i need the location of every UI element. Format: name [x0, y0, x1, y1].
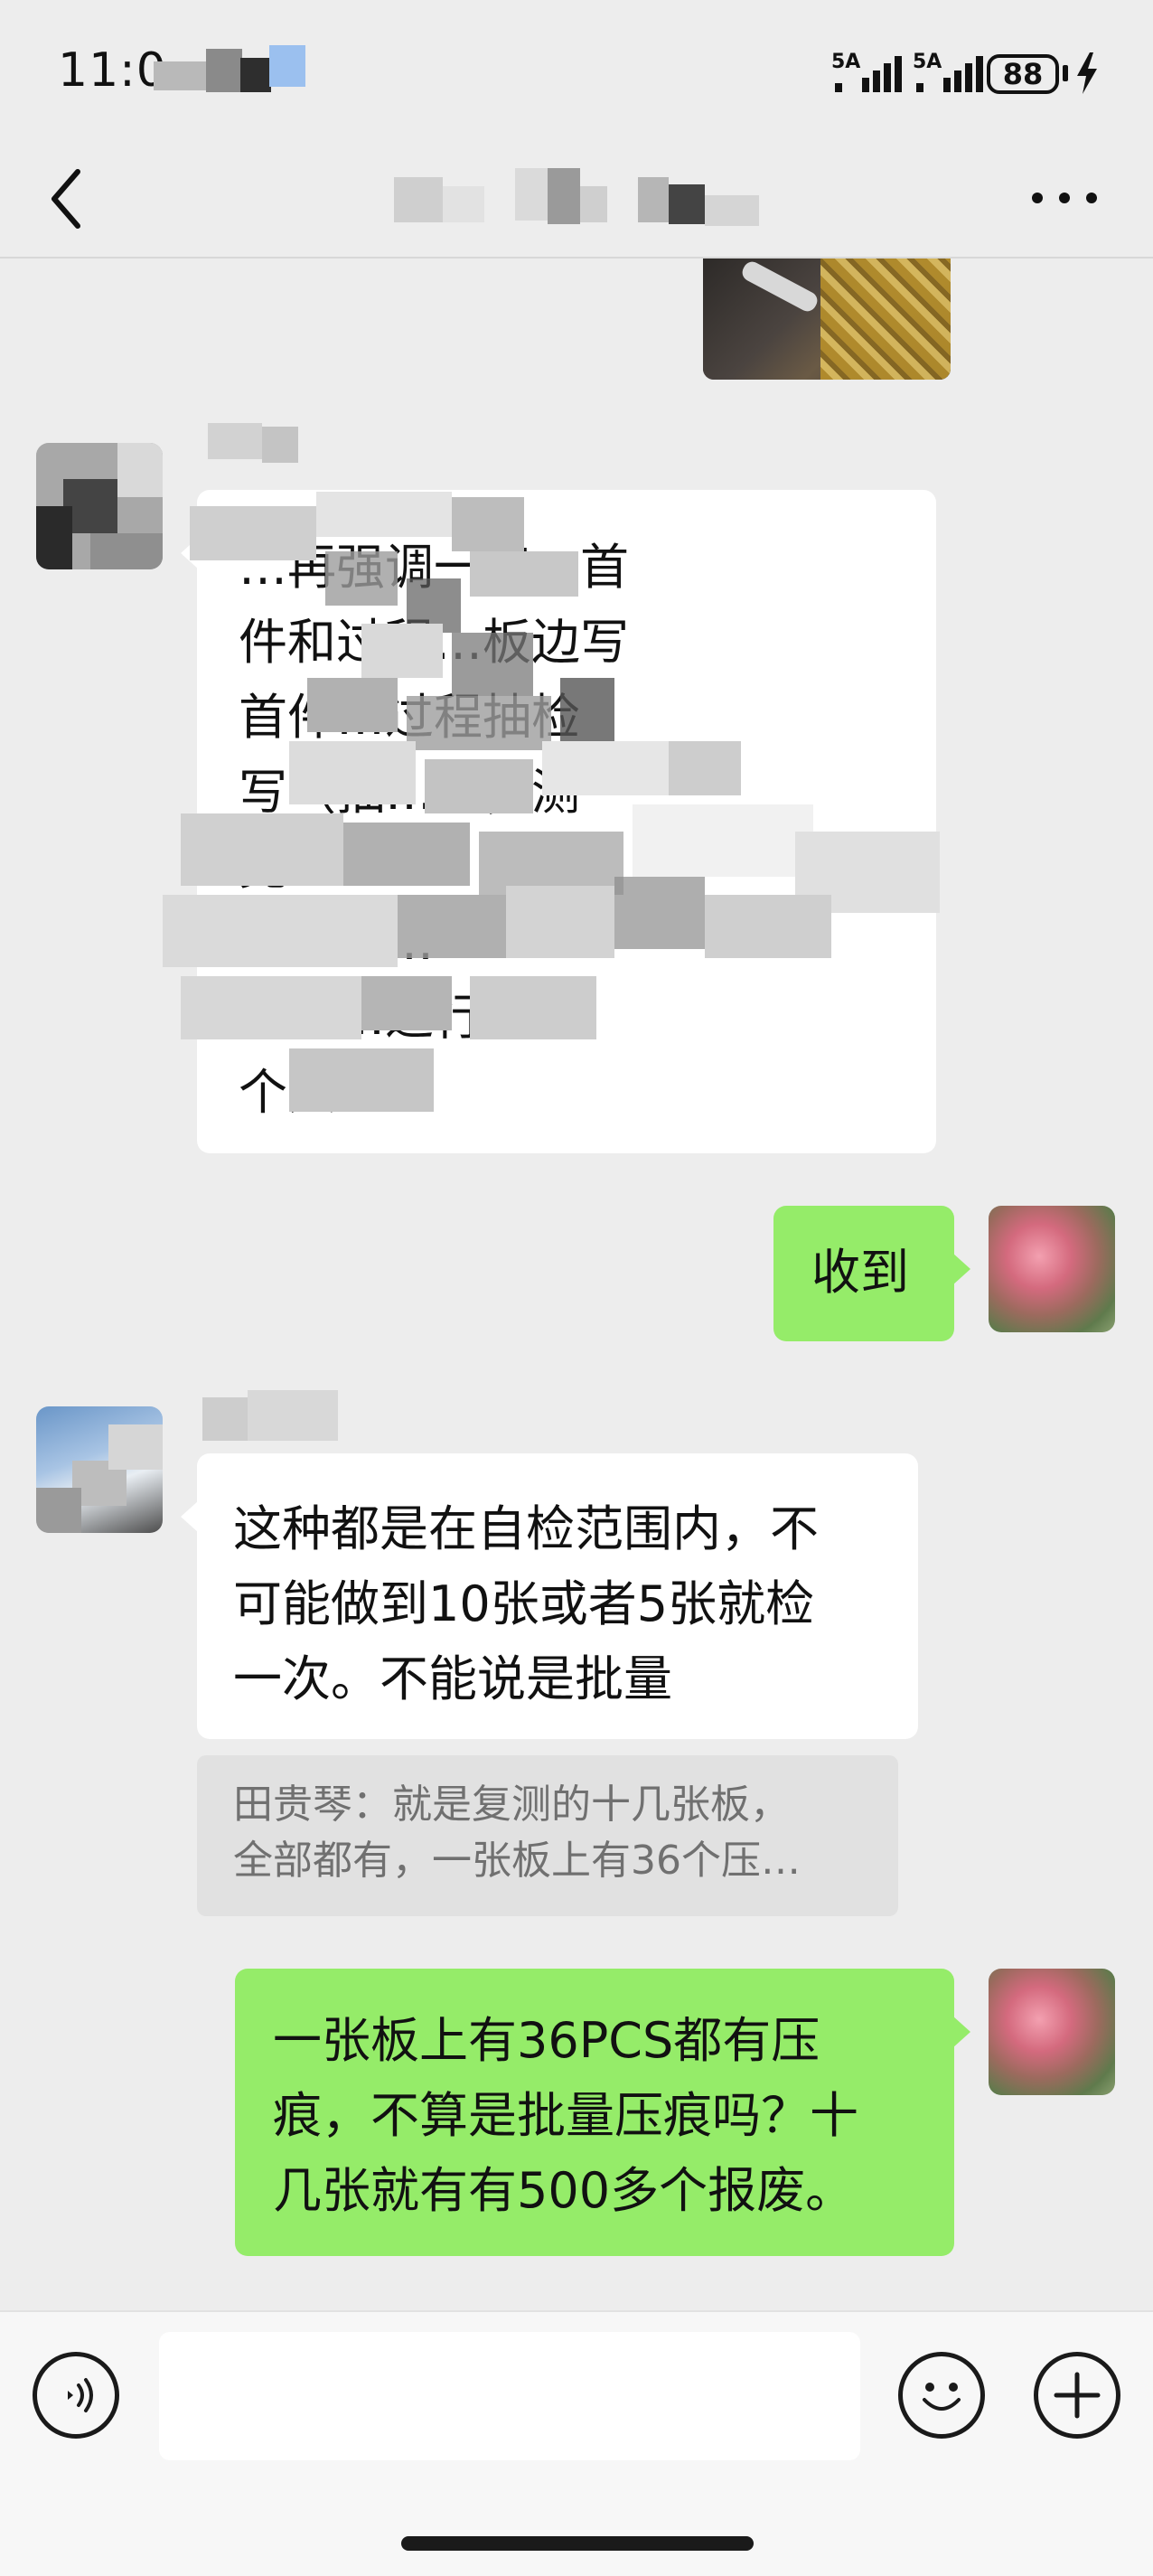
- message-bubble[interactable]: …再强调一遍，首 件和过程…板边写 首件…过程抽检 写（抽…置，测 完… …不定…: [181, 490, 936, 1153]
- message-line: 痕，不算是批量压痕吗？十: [273, 2087, 858, 2144]
- signal-1: 5A: [831, 51, 904, 96]
- more-options-button[interactable]: [1028, 184, 1101, 212]
- charging-bolt-icon: [1077, 52, 1097, 94]
- home-indicator[interactable]: [401, 2536, 754, 2551]
- status-time: 11:0: [58, 43, 167, 98]
- status-bar: 11:0 5A 5A 88: [0, 0, 1153, 136]
- message-text: 收到: [811, 1244, 909, 1301]
- more-functions-button[interactable]: [1034, 2352, 1120, 2439]
- header-divider: [0, 257, 1153, 259]
- message-line: 写（抽…置，测: [239, 764, 580, 821]
- message-line: 完…: [239, 839, 336, 896]
- image-message-thumbnail[interactable]: [703, 259, 951, 380]
- chat-header: [0, 136, 1153, 257]
- redacted-status-text: [154, 45, 307, 92]
- message-text: 这种都是在自检范围内，不 可能做到10张或者5张就检 一次。不能说是批量: [233, 1491, 891, 1716]
- emoji-button[interactable]: [898, 2352, 985, 2439]
- message-line: 一次。不能说是批量: [233, 1650, 672, 1707]
- quote-line: 全部都有，一张板上有36个压…: [233, 1838, 801, 1884]
- message-line: 首件…过程抽检: [239, 689, 580, 746]
- signal-2: 5A: [913, 51, 985, 96]
- sender-name-redacted: [202, 1390, 347, 1444]
- chat-title-redacted: [394, 159, 764, 231]
- my-avatar[interactable]: [989, 1969, 1115, 2095]
- plus-circle-icon: [1054, 2372, 1101, 2419]
- message-bubble[interactable]: 一张板上有36PCS都有压 痕，不算是批量压痕吗？十 几张就有有500多个报废。: [235, 1969, 970, 2256]
- message-line: 这种都是在自检范围内，不: [233, 1500, 819, 1557]
- sender-name-redacted: [172, 423, 307, 468]
- avatar[interactable]: [36, 443, 163, 569]
- cellular-signal-icon: [835, 56, 902, 92]
- message-line: 件和过程…板边写: [239, 614, 629, 671]
- battery-tip: [1063, 65, 1068, 81]
- message-text: 一张板上有36PCS都有压 痕，不算是批量压痕吗？十 几张就有有500多个报废。: [273, 2003, 936, 2228]
- quoted-message[interactable]: 田贵琴：就是复测的十几张板， 全部都有，一张板上有36个压…: [197, 1755, 898, 1916]
- message-bubble[interactable]: 这种都是在自检范围内，不 可能做到10张或者5张就检 一次。不能说是批量: [181, 1453, 918, 1739]
- message-line: 一张板上有36PCS都有压: [273, 2012, 820, 2069]
- battery-indicator: 88: [987, 54, 1059, 94]
- message-line: …不定…: [239, 914, 434, 971]
- message-input[interactable]: [159, 2332, 860, 2460]
- message-line: 可能做到10张或者5张就检: [233, 1575, 815, 1632]
- message-line: …再强调一遍，首: [239, 539, 629, 596]
- message-line: …做…进行: [239, 989, 483, 1046]
- message-line: 个人…: [239, 1064, 385, 1121]
- message-bubble[interactable]: 收到: [773, 1206, 970, 1341]
- voice-input-button[interactable]: [33, 2352, 119, 2439]
- my-avatar[interactable]: [989, 1206, 1115, 1332]
- emoji-icon: [923, 2383, 961, 2411]
- avatar[interactable]: [36, 1406, 163, 1533]
- cellular-signal-icon: [916, 56, 983, 92]
- back-button[interactable]: [42, 163, 96, 235]
- quote-line: 田贵琴：就是复测的十几张板，: [233, 1782, 790, 1828]
- voice-icon: [68, 2378, 93, 2412]
- message-line: 几张就有有500多个报废。: [273, 2162, 855, 2219]
- message-text: …再强调一遍，首 件和过程…板边写 首件…过程抽检 写（抽…置，测 完… …不定…: [239, 530, 900, 1130]
